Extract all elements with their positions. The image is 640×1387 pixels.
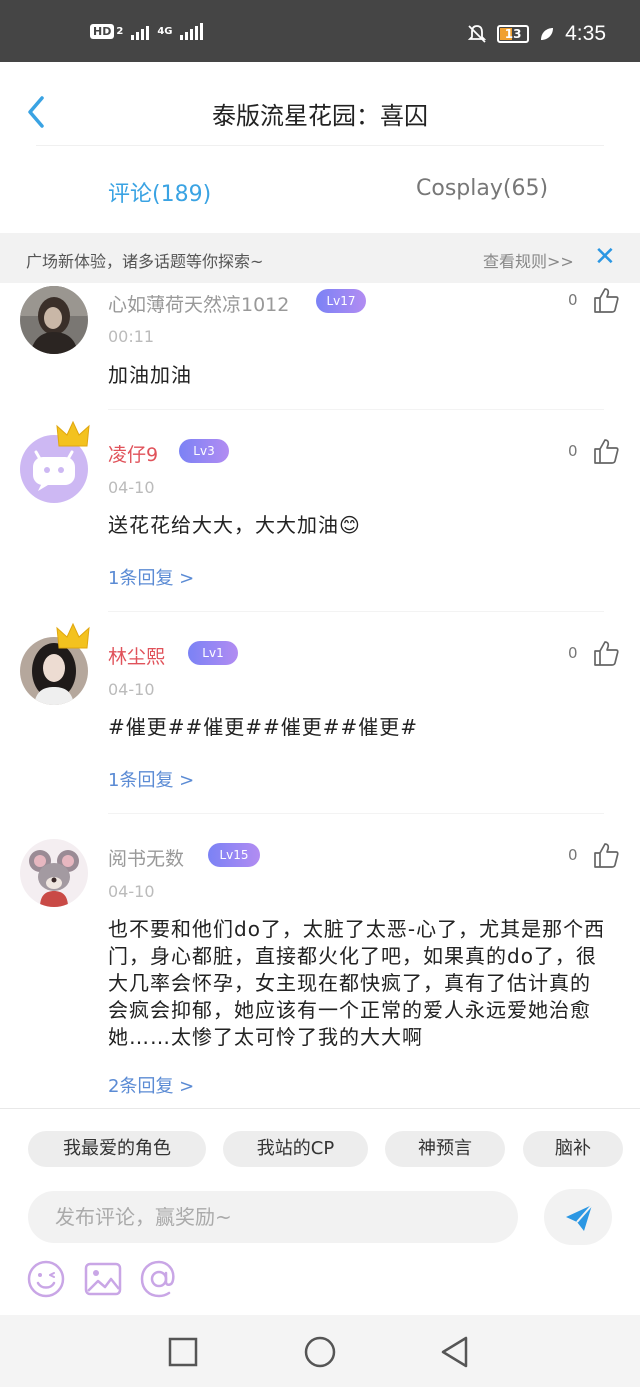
comment-date: 04-10 xyxy=(108,882,155,901)
like-count: 0 xyxy=(568,644,578,662)
comment-item: 林尘熙 Lv1 0 04-10 #催更##催更##催更##催更# 1条回复 > xyxy=(0,612,640,814)
comment-composer: 我最爱的角色 我站的CP 神预言 脑补 xyxy=(0,1108,640,1315)
header-divider xyxy=(36,145,604,146)
thumbs-up-icon[interactable] xyxy=(592,639,620,667)
like-count: 0 xyxy=(568,846,578,864)
topic-chip-cp[interactable]: 我站的CP xyxy=(223,1131,368,1167)
tab-comments[interactable]: 评论(189) xyxy=(108,176,211,208)
comment-text: 也不要和他们do了，太脏了太恶-心了，尤其是那个西门，身心都脏，直接都火化了吧，… xyxy=(108,917,606,1049)
notice-text: 广场新体验，诸多话题等你探索~ xyxy=(26,252,264,271)
comment-date: 04-10 xyxy=(108,680,155,699)
comment-list[interactable]: 心如薄荷天然凉1012 Lv17 0 00:11 加油加油 凌仔9 Lv3 0 xyxy=(0,283,640,1109)
topic-chip-imagination[interactable]: 脑补 xyxy=(523,1131,623,1167)
comment-item: 心如薄荷天然凉1012 Lv17 0 00:11 加油加油 xyxy=(0,283,640,409)
username[interactable]: 阅书无数 xyxy=(108,844,184,871)
level-badge: Lv1 xyxy=(188,641,238,665)
clock: 4:35 xyxy=(565,22,606,45)
comment-text: 送花花给大大，大大加油😊 xyxy=(108,513,361,537)
page-title: 泰版流星花园：喜囚 xyxy=(212,102,428,130)
level-badge: Lv15 xyxy=(208,843,260,867)
status-bar: HD 2 4G 13 4:35 xyxy=(0,0,640,62)
mute-bell-icon xyxy=(467,25,487,43)
image-icon[interactable] xyxy=(83,1259,123,1299)
username[interactable]: 凌仔9 xyxy=(108,440,158,467)
topic-chip-prediction[interactable]: 神预言 xyxy=(385,1131,505,1167)
status-left: HD 2 4G xyxy=(90,22,204,40)
thumbs-up-icon[interactable] xyxy=(592,286,620,314)
view-replies-link[interactable]: 2条回复 > xyxy=(108,1072,194,1098)
close-icon[interactable]: ✕ xyxy=(594,243,616,271)
battery-level: 13 xyxy=(504,27,522,41)
avatar[interactable] xyxy=(20,839,88,907)
home-icon[interactable] xyxy=(303,1335,337,1369)
comment-text: #催更##催更##催更##催更# xyxy=(108,715,419,739)
view-rules-link[interactable]: 查看规则>> xyxy=(483,248,574,272)
avatar[interactable] xyxy=(20,286,88,354)
crown-icon xyxy=(56,420,90,447)
sim-index: 2 xyxy=(116,25,124,37)
status-right: 13 4:35 xyxy=(467,22,606,46)
send-button[interactable] xyxy=(544,1189,612,1245)
header: 泰版流星花园：喜囚 xyxy=(0,62,640,162)
comment-item: 凌仔9 Lv3 0 04-10 送花花给大大，大大加油😊 1条回复 > xyxy=(0,410,640,612)
topic-chip-favorite-character[interactable]: 我最爱的角色 xyxy=(28,1131,206,1167)
notice-banner: 广场新体验，诸多话题等你探索~ 查看规则>> ✕ xyxy=(0,233,640,283)
back-triangle-icon[interactable] xyxy=(438,1335,472,1369)
comment-date: 04-10 xyxy=(108,478,155,497)
battery-icon: 13 xyxy=(497,25,530,43)
thumbs-up-icon[interactable] xyxy=(592,841,620,869)
tab-cosplay[interactable]: Cosplay(65) xyxy=(416,176,548,201)
level-badge: Lv17 xyxy=(316,289,366,313)
signal-icon xyxy=(131,22,150,40)
mention-icon[interactable] xyxy=(139,1259,179,1299)
leaf-icon xyxy=(541,28,554,40)
thumbs-up-icon[interactable] xyxy=(592,437,620,465)
crown-icon xyxy=(56,622,90,649)
view-replies-link[interactable]: 1条回复 > xyxy=(108,766,194,792)
level-badge: Lv3 xyxy=(179,439,229,463)
username[interactable]: 心如薄荷天然凉1012 xyxy=(108,290,289,317)
hd-badge: HD xyxy=(90,23,115,39)
recent-apps-icon[interactable] xyxy=(166,1335,200,1369)
tab-bar: 评论(189) Cosplay(65) xyxy=(0,162,640,234)
emoji-icon[interactable] xyxy=(26,1259,66,1299)
like-count: 0 xyxy=(568,291,578,309)
view-replies-link[interactable]: 1条回复 > xyxy=(108,564,194,590)
comment-item: 阅书无数 Lv15 0 04-10 也不要和他们do了，太脏了太恶-心了，尤其是… xyxy=(0,814,640,1109)
comment-date: 00:11 xyxy=(108,327,155,346)
network-type: 4G xyxy=(157,25,173,37)
signal-icon-2 xyxy=(180,22,204,40)
system-nav-bar xyxy=(0,1315,640,1387)
comment-input[interactable] xyxy=(28,1191,518,1243)
like-count: 0 xyxy=(568,442,578,460)
comment-text: 加油加油 xyxy=(108,363,192,387)
send-icon xyxy=(566,1204,593,1231)
username[interactable]: 林尘熙 xyxy=(108,642,165,669)
